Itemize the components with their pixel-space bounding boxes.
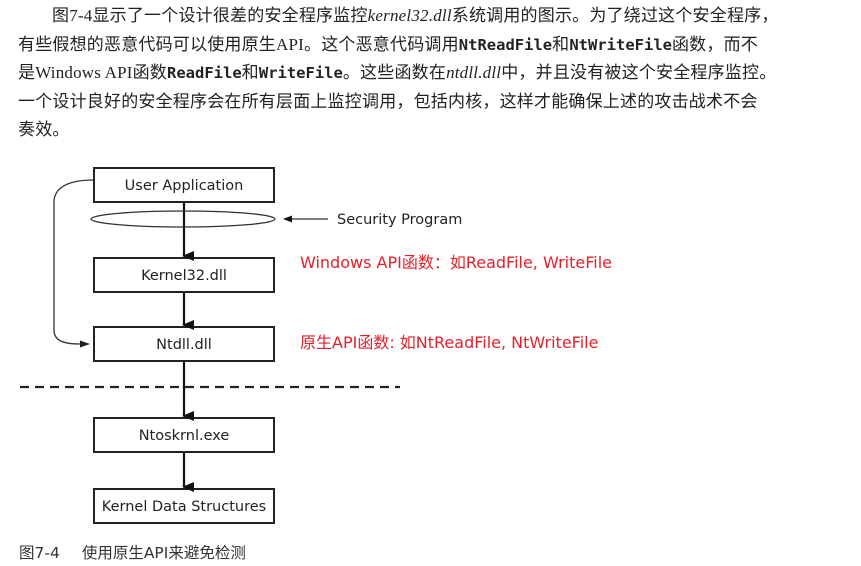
box-label: Ntdll.dll — [156, 337, 212, 353]
box-kernel32: Kernel32.dll — [93, 257, 275, 293]
api-call-flow-diagram: User Application Kernel32.dll Ntdll.dll … — [20, 167, 462, 524]
security-program-label: Security Program — [337, 212, 462, 228]
bypass-call-arrow — [53, 179, 95, 345]
box-ntdll: Ntdll.dll — [93, 326, 275, 362]
box-label: Ntoskrnl.exe — [139, 428, 230, 444]
figure-number: 图7-4 — [19, 544, 60, 562]
box-ntoskrnl: Ntoskrnl.exe — [93, 417, 275, 453]
box-label: Kernel Data Structures — [102, 499, 266, 515]
box-label: Kernel32.dll — [141, 268, 227, 284]
annotation-windows-api: Windows API函数：如ReadFile, WriteFile — [300, 253, 612, 272]
arrowhead-right-icon — [80, 340, 90, 348]
figure-caption: 图7-4 使用原生API来避免检测 — [19, 541, 246, 563]
figure-title: 使用原生API来避免检测 — [81, 544, 246, 562]
arrowhead-left-icon — [283, 215, 292, 223]
annotation-native-api: 原生API函数: 如NtReadFile, NtWriteFile — [300, 333, 599, 352]
box-label: User Application — [125, 178, 244, 194]
box-user-application: User Application — [93, 167, 275, 203]
box-kernel-data-structures: Kernel Data Structures — [93, 488, 275, 524]
